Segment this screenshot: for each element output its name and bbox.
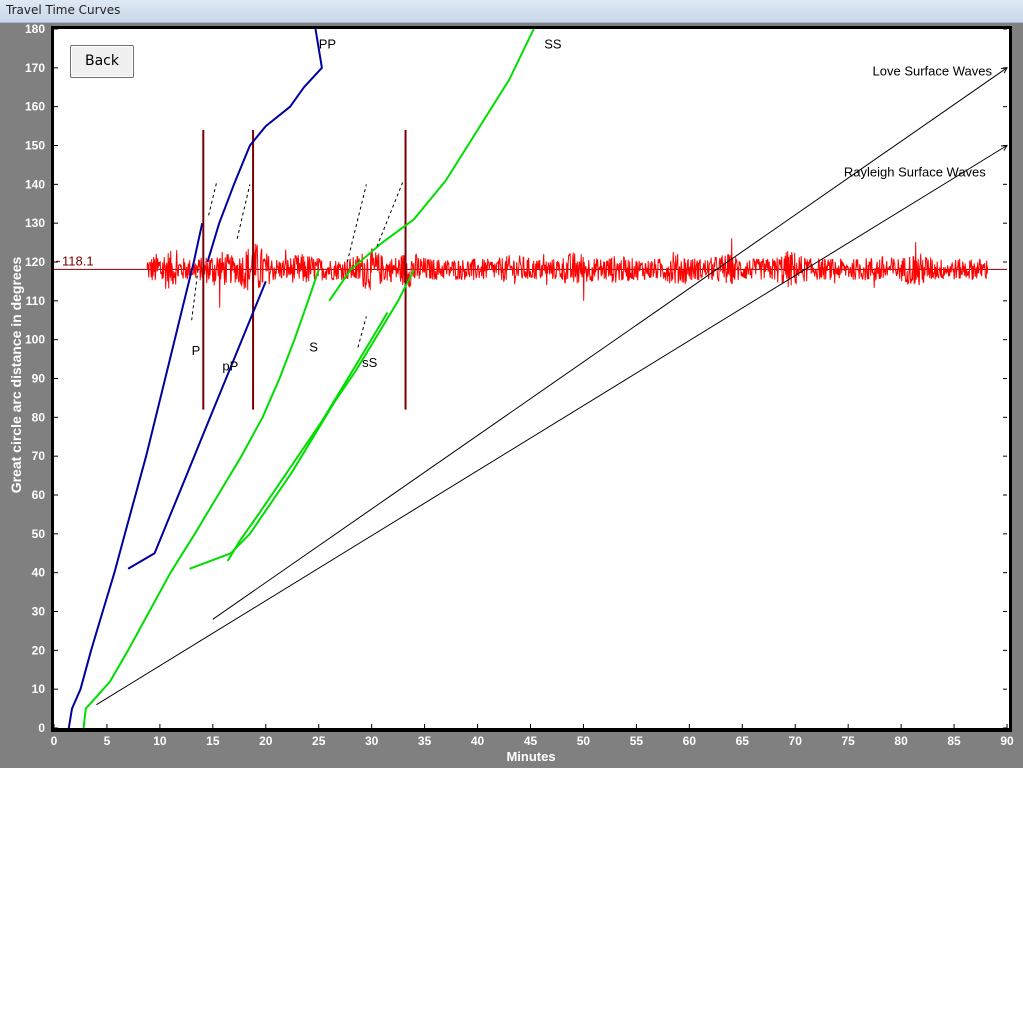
y-tick-label: 80 (32, 410, 46, 424)
back-button[interactable]: Back (70, 45, 134, 78)
y-tick-label: 140 (25, 177, 45, 191)
x-tick-label: 25 (312, 734, 326, 748)
annotation-label: Rayleigh Surface Waves (844, 165, 986, 180)
x-tick-label: 80 (894, 734, 908, 748)
annotation-label: P (192, 343, 201, 358)
y-tick-label: 20 (32, 643, 46, 657)
annotation-label: PP (319, 36, 336, 51)
y-tick-label: 160 (25, 100, 45, 114)
x-tick-label: 30 (365, 734, 379, 748)
x-tick-label: 85 (947, 734, 961, 748)
x-tick-label: 60 (683, 734, 697, 748)
x-tick-label: 15 (206, 734, 220, 748)
annotation-label: Love Surface Waves (873, 64, 993, 79)
x-tick-label: 90 (1000, 734, 1014, 748)
x-tick-label: 75 (841, 734, 855, 748)
travel-time-chart: 0 5 10 15 20 25 30 35 40 45 50 55 60 65 70 75 80 85 90 0 10 2… (25, 22, 1014, 748)
y-tick-label: 110 (26, 294, 46, 308)
y-tick-label: 90 (32, 372, 46, 386)
y-tick-label: 60 (32, 488, 46, 502)
y-tick-label: 170 (25, 61, 45, 75)
plot-area (54, 29, 1009, 728)
x-tick-label: 5 (104, 734, 111, 748)
x-tick-label: 0 (51, 734, 58, 748)
x-tick-label: 70 (789, 734, 803, 748)
annotation-label: SS (544, 36, 562, 51)
y-tick-label: 10 (32, 682, 46, 696)
x-tick-label: 10 (153, 734, 167, 748)
y-tick-label: 100 (25, 333, 45, 347)
y-tick-label: 130 (25, 216, 45, 230)
x-tick-label: 65 (736, 734, 750, 748)
y-tick-label: 150 (25, 139, 45, 153)
y-tick-label: 180 (25, 22, 45, 36)
y-tick-label: 50 (32, 527, 46, 541)
y-tick-label: 40 (32, 566, 46, 580)
y-tick-label: 120 (25, 255, 45, 269)
x-tick-label: 45 (524, 734, 538, 748)
annotation-label: pP (222, 359, 238, 374)
x-tick-label: 55 (630, 734, 644, 748)
x-tick-label: 35 (418, 734, 432, 748)
y-tick-label: 0 (38, 721, 45, 735)
annotation-label: S (309, 339, 318, 354)
annotation-label: sS (362, 355, 378, 370)
y-tick-label: 70 (32, 449, 46, 463)
x-tick-label: 40 (471, 734, 485, 748)
distance-label: 118.1 (62, 253, 94, 268)
x-tick-label: 20 (259, 734, 273, 748)
y-tick-label: 30 (32, 605, 46, 619)
x-tick-label: 50 (577, 734, 591, 748)
